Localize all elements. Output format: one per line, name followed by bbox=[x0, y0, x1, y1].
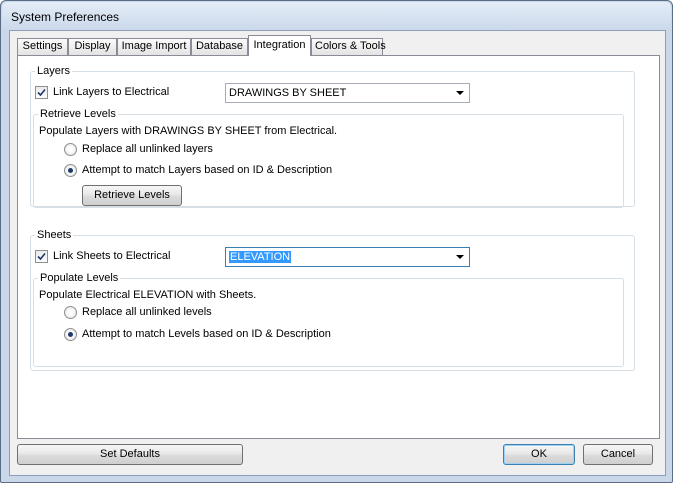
sheets-group-title: Sheets bbox=[37, 229, 72, 241]
populate-levels-description: Populate Electrical ELEVATION with Sheet… bbox=[39, 289, 257, 301]
layers-group: Layers Link Layers to Electrical DRAWING… bbox=[30, 65, 635, 208]
sheets-source-value: ELEVATION bbox=[229, 251, 292, 263]
link-sheets-label: Link Sheets to Electrical bbox=[53, 250, 171, 262]
set-defaults-button[interactable]: Set Defaults bbox=[17, 444, 243, 465]
tab-colors-tools[interactable]: Colors & Tools bbox=[311, 38, 386, 55]
replace-unlinked-levels-label: Replace all unlinked levels bbox=[82, 306, 212, 318]
tab-image-import[interactable]: Image Import bbox=[117, 38, 191, 55]
ok-button[interactable]: OK bbox=[503, 444, 575, 465]
link-sheets-checkbox[interactable] bbox=[35, 250, 48, 263]
match-layers-label: Attempt to match Layers based on ID & De… bbox=[82, 164, 333, 176]
link-layers-checkbox[interactable] bbox=[35, 86, 48, 99]
sheets-group: Sheets Link Sheets to Electrical ELEVATI… bbox=[30, 229, 635, 371]
checkmark-icon bbox=[37, 88, 46, 97]
preferences-window: System Preferences Settings Display Imag… bbox=[0, 0, 673, 483]
match-levels-label: Attempt to match Levels based on ID & De… bbox=[82, 328, 331, 340]
chevron-down-icon[interactable] bbox=[456, 91, 464, 95]
tab-integration[interactable]: Integration bbox=[248, 35, 311, 56]
link-layers-label: Link Layers to Electrical bbox=[53, 86, 170, 98]
integration-tab-page: Layers Link Layers to Electrical DRAWING… bbox=[17, 55, 660, 439]
dialog-client-area: Settings Display Image Import Database I… bbox=[9, 30, 666, 476]
replace-unlinked-layers-label: Replace all unlinked layers bbox=[82, 143, 213, 155]
retrieve-levels-button[interactable]: Retrieve Levels bbox=[82, 185, 182, 206]
retrieve-levels-title: Retrieve Levels bbox=[40, 108, 116, 120]
title-bar[interactable]: System Preferences bbox=[2, 2, 671, 30]
tab-settings[interactable]: Settings bbox=[17, 38, 68, 55]
layers-group-title: Layers bbox=[37, 65, 71, 77]
match-levels-radio[interactable] bbox=[64, 328, 77, 341]
retrieve-levels-description: Populate Layers with DRAWINGS BY SHEET f… bbox=[39, 125, 338, 137]
layers-source-value: DRAWINGS BY SHEET bbox=[229, 87, 347, 99]
populate-levels-title: Populate Levels bbox=[40, 272, 119, 284]
populate-levels-group: Populate Levels Populate Electrical ELEV… bbox=[33, 272, 624, 367]
sheets-source-combo[interactable]: ELEVATION bbox=[225, 247, 470, 267]
checkmark-icon bbox=[37, 252, 46, 261]
cancel-button[interactable]: Cancel bbox=[583, 444, 653, 465]
tab-display[interactable]: Display bbox=[68, 38, 117, 55]
layers-source-combo[interactable]: DRAWINGS BY SHEET bbox=[225, 83, 470, 103]
window-title: System Preferences bbox=[11, 10, 120, 24]
match-layers-radio[interactable] bbox=[64, 164, 77, 177]
tab-database[interactable]: Database bbox=[191, 38, 248, 55]
chevron-down-icon[interactable] bbox=[456, 255, 464, 259]
replace-unlinked-layers-radio[interactable] bbox=[64, 143, 77, 156]
retrieve-levels-group: Retrieve Levels Populate Layers with DRA… bbox=[33, 108, 624, 208]
replace-unlinked-levels-radio[interactable] bbox=[64, 306, 77, 319]
